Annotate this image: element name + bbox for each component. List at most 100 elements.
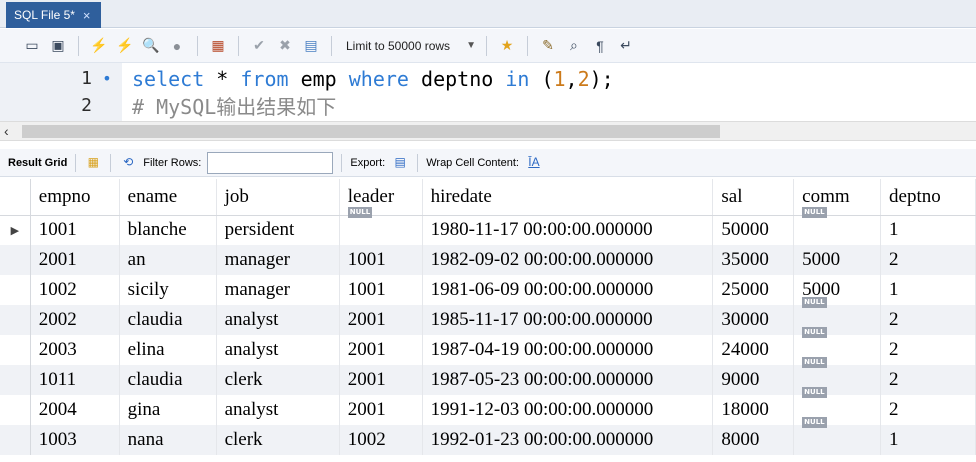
tab-sql-file[interactable]: SQL File 5* ×	[6, 2, 101, 28]
cell-leader[interactable]: 2001	[339, 395, 423, 425]
sql-editor[interactable]: 1 • select * from emp where deptno in (1…	[0, 63, 976, 121]
cell-ename[interactable]: nana	[119, 425, 217, 455]
close-icon[interactable]: ×	[83, 8, 91, 23]
beautify-icon[interactable]: ★	[497, 36, 517, 56]
cell-ename[interactable]: gina	[119, 395, 217, 425]
cell-sal[interactable]: 35000	[712, 245, 795, 275]
column-header-ename[interactable]: ename	[119, 179, 217, 216]
cell-leader[interactable]: 1002	[339, 425, 423, 455]
autocommit-icon[interactable]: ▤	[301, 36, 321, 56]
find-icon[interactable]: ⌕	[564, 36, 584, 56]
commit-icon[interactable]: ✔	[249, 36, 269, 56]
wrap-icon[interactable]: ↵	[616, 36, 636, 56]
toggle-icon[interactable]: ▦	[208, 36, 228, 56]
cell-job[interactable]: analyst	[216, 395, 340, 425]
cell-deptno[interactable]: 2	[880, 245, 976, 275]
cell-leader[interactable]: NULL	[339, 207, 423, 245]
cell-leader[interactable]: 2001	[339, 365, 423, 395]
cell-leader[interactable]: 1001	[339, 275, 423, 305]
grid-icon[interactable]: ▦	[84, 155, 102, 171]
row-marker[interactable]: ▶	[0, 215, 31, 245]
cell-ename[interactable]: an	[119, 245, 217, 275]
table-row[interactable]: 1003 nana clerk 1002 1992-01-23 00:00:00.000…	[0, 417, 976, 455]
table-row[interactable]: 2003 elina analyst 2001 1987-04-19 00:00:00.…	[0, 327, 976, 365]
result-grid-label[interactable]: Result Grid	[8, 157, 67, 169]
wrap-cell-icon[interactable]: ĪA	[525, 155, 543, 171]
cell-sal[interactable]: 25000	[712, 275, 795, 305]
table-row[interactable]: 2004 gina analyst 2001 1991-12-03 00:00:00.0…	[0, 387, 976, 425]
cell-empno[interactable]: 2001	[30, 245, 120, 275]
cell-deptno[interactable]: 2	[880, 395, 976, 425]
folder-icon[interactable]: ▭	[22, 36, 42, 56]
cell-deptno[interactable]: 2	[880, 305, 976, 335]
cell-hiredate[interactable]: 1980-11-17 00:00:00.000000	[422, 215, 714, 245]
cell-deptno[interactable]: 1	[880, 425, 976, 455]
row-marker[interactable]	[0, 425, 31, 455]
column-header-job[interactable]: job	[216, 179, 340, 216]
cell-ename[interactable]: elina	[119, 335, 217, 365]
table-row[interactable]: 2002 claudia analyst 2001 1985-11-17 00:00:0…	[0, 297, 976, 335]
cell-deptno[interactable]: 1	[880, 215, 976, 245]
cell-job[interactable]: analyst	[216, 335, 340, 365]
row-marker[interactable]	[0, 335, 31, 365]
row-marker[interactable]	[0, 395, 31, 425]
cell-hiredate[interactable]: 1987-04-19 00:00:00.000000	[422, 335, 714, 365]
column-header-sal[interactable]: sal	[712, 179, 795, 216]
row-marker[interactable]	[0, 275, 31, 305]
cell-sal[interactable]: 30000	[712, 305, 795, 335]
cell-hiredate[interactable]: 1985-11-17 00:00:00.000000	[422, 305, 714, 335]
cell-sal[interactable]: 8000	[712, 425, 795, 455]
execute-current-icon[interactable]: ⚡	[115, 36, 135, 56]
cell-ename[interactable]: sicily	[119, 275, 217, 305]
cell-hiredate[interactable]: 1992-01-23 00:00:00.000000	[422, 425, 714, 455]
cell-empno[interactable]: 2003	[30, 335, 120, 365]
row-marker[interactable]	[0, 245, 31, 275]
explain-icon[interactable]: 🔍	[141, 36, 161, 56]
cell-job[interactable]: manager	[216, 275, 340, 305]
cell-empno[interactable]: 1003	[30, 425, 120, 455]
cell-empno[interactable]: 1001	[30, 215, 120, 245]
cell-ename[interactable]: claudia	[119, 305, 217, 335]
stop-icon[interactable]: ●	[167, 36, 187, 56]
cell-hiredate[interactable]: 1991-12-03 00:00:00.000000	[422, 395, 714, 425]
column-header-deptno[interactable]: deptno	[880, 179, 976, 216]
invisible-chars-icon[interactable]: ¶	[590, 36, 610, 56]
column-header-empno[interactable]: empno	[30, 179, 120, 216]
cell-deptno[interactable]: 2	[880, 365, 976, 395]
cell-sal[interactable]: 50000	[712, 215, 795, 245]
table-row[interactable]: 1002 sicily manager 1001 1981-06-09 00:00:00…	[0, 275, 976, 305]
cell-hiredate[interactable]: 1981-06-09 00:00:00.000000	[422, 275, 714, 305]
cell-hiredate[interactable]: 1987-05-23 00:00:00.000000	[422, 365, 714, 395]
table-row[interactable]: 2001 an manager 1001 1982-09-02 00:00:00.000…	[0, 245, 976, 275]
cell-leader[interactable]: 1001	[339, 245, 423, 275]
table-row[interactable]: ▶ 1001 blanche persident NULL 1980-11-17 00:0…	[0, 207, 976, 245]
scroll-left-icon[interactable]: ‹	[4, 123, 9, 139]
cell-sal[interactable]: 24000	[712, 335, 795, 365]
execute-icon[interactable]: ⚡	[89, 36, 109, 56]
cell-leader[interactable]: 2001	[339, 335, 423, 365]
export-icon[interactable]: ▤	[391, 155, 409, 171]
cell-comm[interactable]: NULL	[793, 417, 882, 455]
table-row[interactable]: 1011 claudia clerk 2001 1987-05-23 00:00:00.…	[0, 357, 976, 395]
scrollbar-thumb[interactable]	[22, 125, 720, 138]
cell-leader[interactable]: 2001	[339, 305, 423, 335]
row-marker[interactable]	[0, 305, 31, 335]
cell-sal[interactable]: 9000	[712, 365, 795, 395]
editor-horizontal-scrollbar[interactable]: ‹	[0, 121, 976, 141]
cell-job[interactable]: manager	[216, 245, 340, 275]
cell-comm[interactable]: NULL	[793, 207, 882, 245]
cell-deptno[interactable]: 1	[880, 275, 976, 305]
cell-empno[interactable]: 1011	[30, 365, 120, 395]
column-header-hiredate[interactable]: hiredate	[422, 179, 714, 216]
cell-deptno[interactable]: 2	[880, 335, 976, 365]
brush-icon[interactable]: ✎	[538, 36, 558, 56]
cell-empno[interactable]: 2002	[30, 305, 120, 335]
cell-job[interactable]: clerk	[216, 425, 340, 455]
cell-job[interactable]: clerk	[216, 365, 340, 395]
filter-rows-input[interactable]	[207, 151, 334, 174]
cell-empno[interactable]: 1002	[30, 275, 120, 305]
cell-comm[interactable]: 5000	[793, 245, 882, 275]
cell-ename[interactable]: blanche	[119, 215, 217, 245]
rollback-icon[interactable]: ✖	[275, 36, 295, 56]
cell-ename[interactable]: claudia	[119, 365, 217, 395]
